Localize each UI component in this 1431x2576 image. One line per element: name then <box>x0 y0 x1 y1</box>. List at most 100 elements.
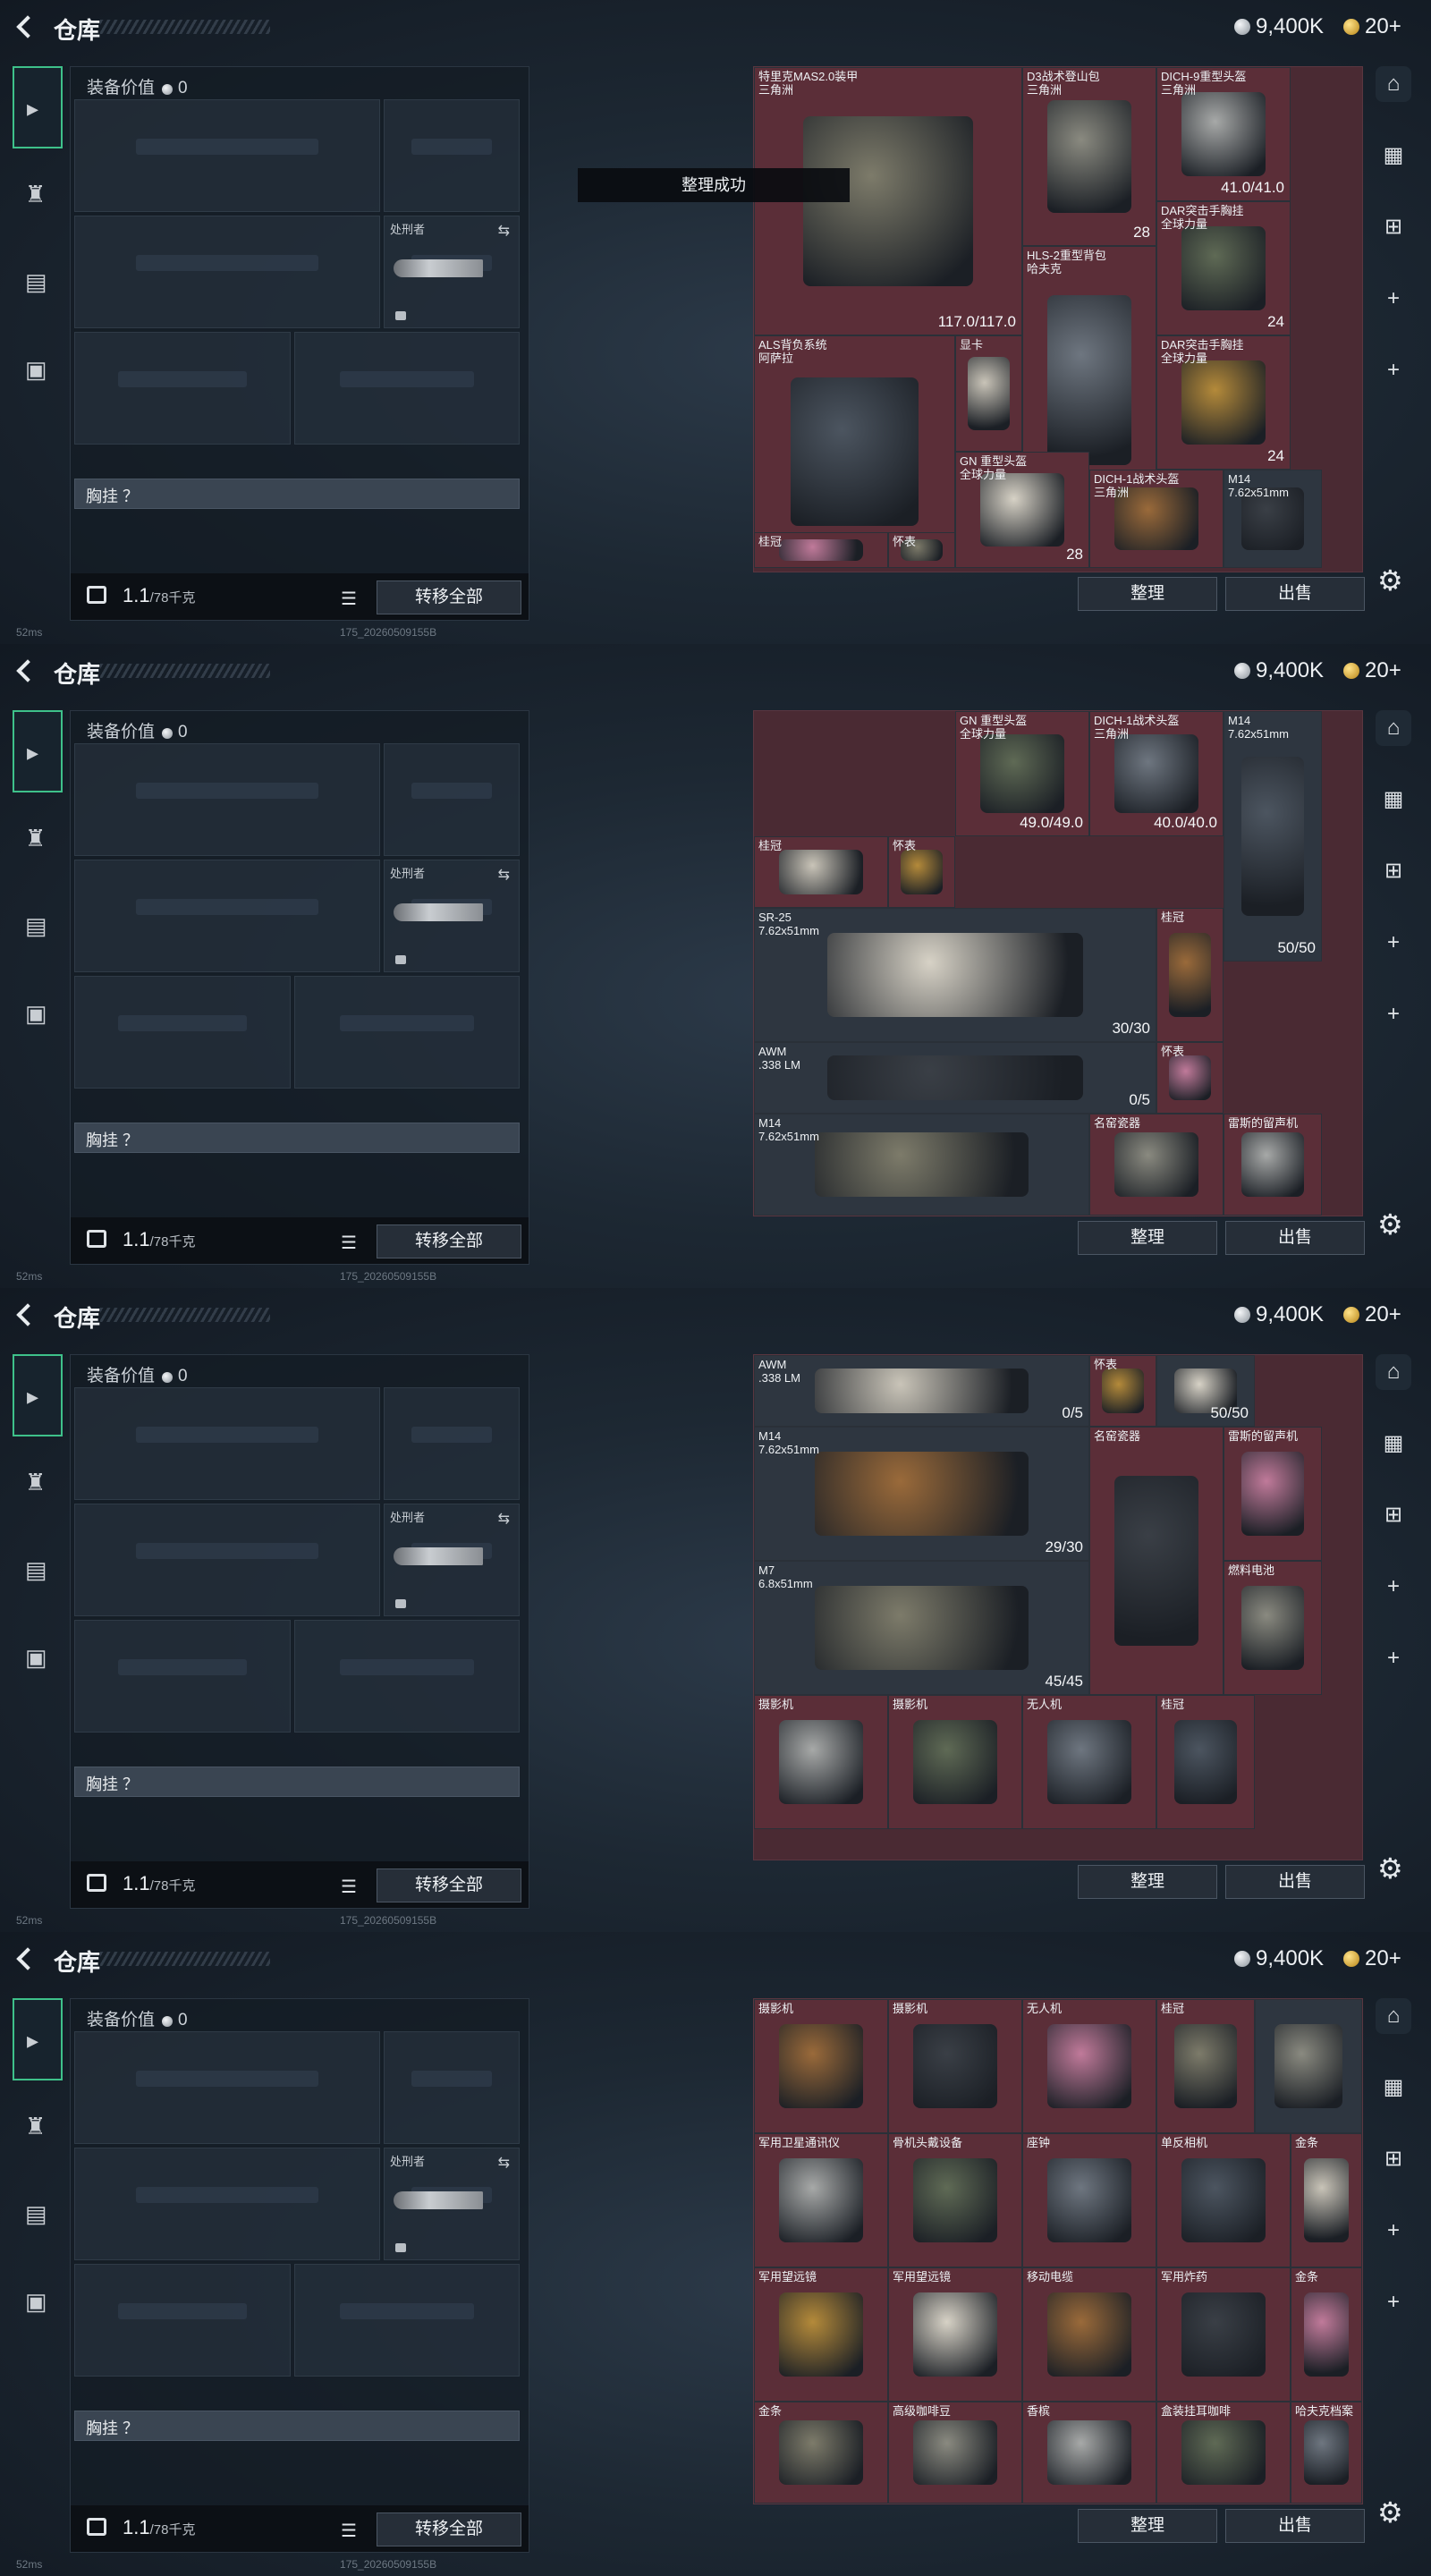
transfer-all-button[interactable]: 转移全部 <box>377 1868 521 1902</box>
stash-item[interactable]: 军用望远镜 <box>888 2267 1022 2402</box>
stash-item[interactable]: 名窑瓷器 <box>1089 1114 1224 1216</box>
helmet-slot[interactable] <box>74 2264 291 2377</box>
stash-item[interactable]: M14 7.62x51mm 29/30 <box>754 1427 1089 1561</box>
stash-item[interactable]: 50/50 <box>1156 1355 1255 1427</box>
gear-icon[interactable]: ⚙ <box>1377 564 1403 597</box>
stash-item[interactable]: 无人机 <box>1022 1999 1156 2133</box>
nav-item-bag[interactable]: ▤ <box>13 2174 63 2256</box>
stash-item[interactable]: 怀表 <box>1156 1042 1224 1114</box>
nav-item-case[interactable]: ▣ <box>13 2261 63 2343</box>
primary-weapon-slot[interactable] <box>74 743 380 856</box>
stash-item[interactable]: 骨机头戴设备 <box>888 2133 1022 2267</box>
primary-weapon-slot[interactable] <box>74 99 380 212</box>
armor-slot[interactable] <box>294 1620 520 1733</box>
gold-currency[interactable]: 20+ <box>1343 1302 1401 1327</box>
home-icon[interactable]: ⌂ <box>1376 1354 1411 1390</box>
stash-item[interactable]: AWM .338 LM 0/5 <box>754 1355 1089 1427</box>
stash-item[interactable]: GN 重型头盔 全球力量 28 <box>955 452 1089 568</box>
sell-button[interactable]: 出售 <box>1225 1865 1365 1899</box>
home-icon[interactable]: ⌂ <box>1376 66 1411 102</box>
armor-slot[interactable] <box>294 2264 520 2377</box>
primary-weapon-slot[interactable] <box>74 2031 380 2144</box>
armor-slot[interactable] <box>294 976 520 1089</box>
chest-rig-slot[interactable]: 胸挂 ？ <box>74 1123 520 1153</box>
nav-item-weapon[interactable]: ▸ <box>13 1354 63 1436</box>
stash-item[interactable]: SR-25 7.62x51mm 30/30 <box>754 908 1156 1042</box>
add-grid-icon[interactable]: ⊞ <box>1376 2141 1411 2177</box>
primary-weapon-slot[interactable] <box>74 1387 380 1500</box>
list-icon[interactable]: ☰ <box>341 1876 357 1898</box>
grid-icon[interactable]: ▦ <box>1376 782 1411 818</box>
helmet-slot[interactable] <box>74 976 291 1089</box>
nav-item-bag[interactable]: ▤ <box>13 242 63 324</box>
stash-item[interactable]: 桂冠 <box>1156 908 1224 1042</box>
stash-item[interactable]: 军用望远镜 <box>754 2267 888 2402</box>
stash-item[interactable]: 军用卫星通讯仪 <box>754 2133 888 2267</box>
stash-item[interactable]: DICH-1战术头盔 三角洲 40.0/40.0 <box>1089 711 1224 836</box>
stash-item[interactable]: M14 7.62x51mm <box>1224 470 1322 568</box>
stash-item[interactable] <box>1255 1999 1362 2133</box>
stash-item[interactable]: 雷斯的留声机 <box>1224 1427 1322 1561</box>
stash-item[interactable]: DAR突击手胸挂 全球力量 24 <box>1156 201 1291 335</box>
sell-button[interactable]: 出售 <box>1225 1221 1365 1255</box>
stash-item[interactable]: 雷斯的留声机 <box>1224 1114 1322 1216</box>
gold-currency[interactable]: 20+ <box>1343 1946 1401 1971</box>
stash-item[interactable]: AWM .338 LM 0/5 <box>754 1042 1156 1114</box>
back-arrow-icon[interactable] <box>13 1945 39 1971</box>
stash-item[interactable]: 高级咖啡豆 <box>888 2402 1022 2504</box>
back-arrow-icon[interactable] <box>13 1301 39 1327</box>
nav-item-case[interactable]: ▣ <box>13 973 63 1055</box>
stash-item[interactable]: 怀表 <box>1089 1355 1156 1427</box>
stash-item[interactable]: 显卡 <box>955 335 1022 452</box>
helmet-slot[interactable] <box>74 332 291 445</box>
swap-icon[interactable]: ⇆ <box>498 222 510 240</box>
stash-item[interactable]: 桂冠 <box>1156 1999 1255 2133</box>
melee-slot[interactable]: 处刑者 ⇆ <box>384 2148 520 2260</box>
plus-icon[interactable]: + <box>1376 2284 1411 2320</box>
transfer-all-button[interactable]: 转移全部 <box>377 580 521 614</box>
chest-rig-slot[interactable]: 胸挂 ？ <box>74 479 520 509</box>
nav-item-weapon[interactable]: ▸ <box>13 710 63 792</box>
stash-item[interactable]: DAR突击手胸挂 全球力量 24 <box>1156 335 1291 470</box>
home-icon[interactable]: ⌂ <box>1376 710 1411 746</box>
nav-item-case[interactable]: ▣ <box>13 1617 63 1699</box>
stash-item[interactable]: D3战术登山包 三角洲 28 <box>1022 67 1156 246</box>
gold-currency[interactable]: 20+ <box>1343 14 1401 39</box>
plus-icon[interactable]: + <box>1376 996 1411 1032</box>
nav-item-armor[interactable]: ♜ <box>13 154 63 236</box>
swap-icon[interactable]: ⇆ <box>498 866 510 884</box>
plus-icon[interactable]: + <box>1376 925 1411 961</box>
list-icon[interactable]: ☰ <box>341 2520 357 2542</box>
stash-item[interactable]: 哈夫克档案 <box>1291 2402 1362 2504</box>
add-grid-icon[interactable]: ⊞ <box>1376 1497 1411 1533</box>
stash-item[interactable]: 单反相机 <box>1156 2133 1291 2267</box>
transfer-all-button[interactable]: 转移全部 <box>377 1224 521 1258</box>
sort-button[interactable]: 整理 <box>1078 577 1217 611</box>
back-arrow-icon[interactable] <box>13 657 39 683</box>
pistol-slot[interactable] <box>384 99 520 212</box>
stash-item[interactable]: 怀表 <box>888 532 955 568</box>
sell-button[interactable]: 出售 <box>1225 577 1365 611</box>
plus-icon[interactable]: + <box>1376 352 1411 388</box>
gear-icon[interactable]: ⚙ <box>1377 2496 1403 2529</box>
melee-slot[interactable]: 处刑者 ⇆ <box>384 216 520 328</box>
nav-item-weapon[interactable]: ▸ <box>13 1998 63 2080</box>
nav-item-armor[interactable]: ♜ <box>13 2086 63 2168</box>
nav-item-bag[interactable]: ▤ <box>13 1530 63 1612</box>
sort-button[interactable]: 整理 <box>1078 1865 1217 1899</box>
sort-button[interactable]: 整理 <box>1078 2509 1217 2543</box>
stash-item[interactable]: 移动电缆 <box>1022 2267 1156 2402</box>
plus-icon[interactable]: + <box>1376 1569 1411 1605</box>
plus-icon[interactable]: + <box>1376 281 1411 317</box>
stash-item[interactable]: 摄影机 <box>754 1695 888 1829</box>
stash-item[interactable]: M14 7.62x51mm 50/50 <box>1224 711 1322 962</box>
nav-item-armor[interactable]: ♜ <box>13 1442 63 1524</box>
transfer-all-button[interactable]: 转移全部 <box>377 2512 521 2546</box>
pistol-slot[interactable] <box>384 1387 520 1500</box>
grid-icon[interactable]: ▦ <box>1376 138 1411 174</box>
stash-item[interactable]: 军用炸药 <box>1156 2267 1291 2402</box>
melee-slot[interactable]: 处刑者 ⇆ <box>384 860 520 972</box>
nav-item-armor[interactable]: ♜ <box>13 798 63 880</box>
stash-item[interactable]: 金条 <box>1291 2267 1362 2402</box>
grid-icon[interactable]: ▦ <box>1376 2070 1411 2106</box>
